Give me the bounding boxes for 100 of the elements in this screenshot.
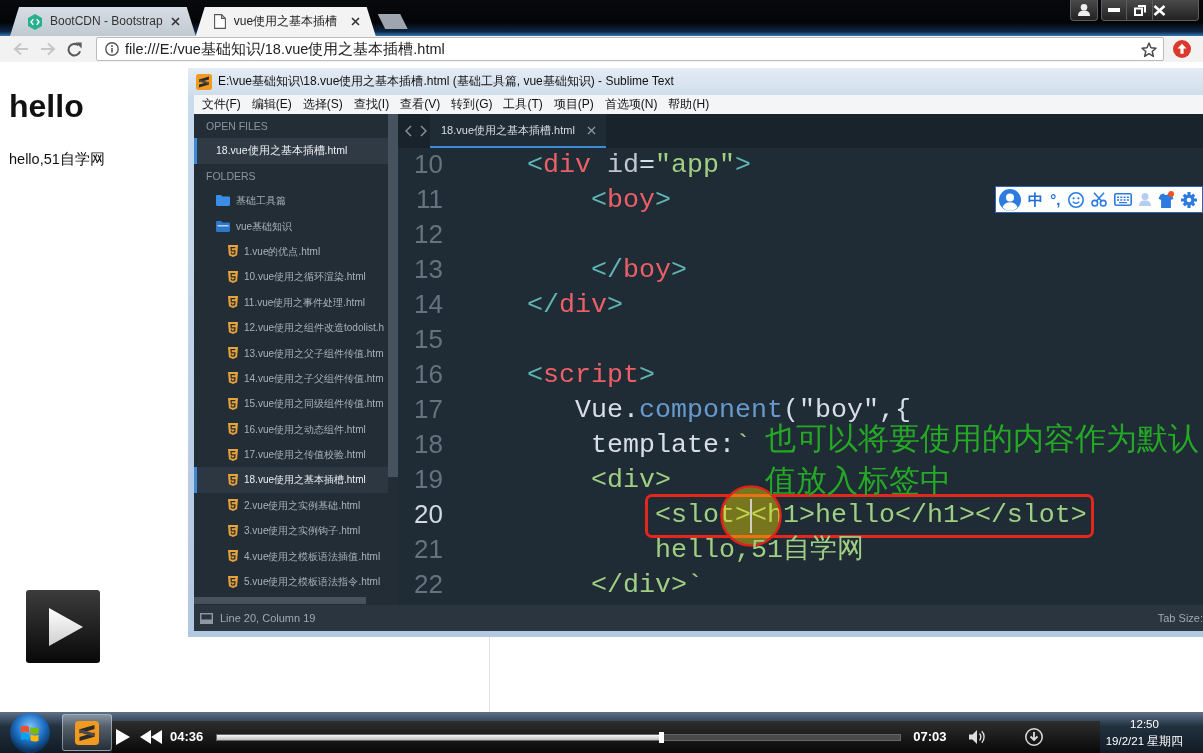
folder-item[interactable]: 基础工具篇 <box>194 188 388 214</box>
code-line: <div id="app"> <box>527 149 751 182</box>
reload-icon[interactable] <box>67 41 82 57</box>
person-icon <box>1078 4 1090 16</box>
profile-button[interactable] <box>1070 0 1098 21</box>
tab-size[interactable]: Tab Size: <box>1157 610 1203 626</box>
cursor-position: Line 20, Column 19 <box>220 610 316 626</box>
html-file-icon <box>228 550 238 563</box>
html-file-icon <box>228 575 238 588</box>
shirt-icon[interactable] <box>1157 191 1174 208</box>
folder-item[interactable]: vue基础知识 <box>194 213 388 239</box>
menu-item[interactable]: 项目(P) <box>548 96 600 113</box>
minimize-icon <box>1108 8 1120 12</box>
menu-item[interactable]: 首选项(N) <box>599 96 663 113</box>
file-item[interactable]: 17.vue使用之传值校验.html <box>194 441 388 468</box>
page-heading: hello <box>9 87 84 125</box>
file-item[interactable]: 1.vue的优点.html <box>194 238 388 265</box>
menu-item[interactable]: 查看(V) <box>394 96 446 113</box>
play-button[interactable] <box>26 590 100 663</box>
line-number: 18 <box>414 429 443 459</box>
html-file-icon <box>228 372 238 385</box>
line-number: 12 <box>414 219 443 249</box>
progress-thumb[interactable] <box>659 731 665 743</box>
html-file-icon <box>228 321 238 334</box>
punctuation-toggle[interactable]: °, <box>1050 192 1061 207</box>
code-line: <boy> <box>590 184 671 217</box>
scrollbar-thumb[interactable] <box>194 597 366 604</box>
minimize-button[interactable] <box>1101 0 1127 21</box>
keyboard-icon[interactable] <box>1113 193 1132 206</box>
app-logo-icon <box>75 720 99 745</box>
html-file-icon <box>228 347 238 360</box>
file-item[interactable]: 12.vue使用之组件改造todolist.h <box>194 314 388 341</box>
file-item[interactable]: 13.vue使用之父子组件传值.htm <box>194 340 388 366</box>
start-orb-icon[interactable] <box>10 712 50 753</box>
input-mode-toggle[interactable]: 中 <box>1028 192 1044 207</box>
file-item[interactable]: 16.vue使用之动态组件.html <box>194 416 388 442</box>
code-line: <script> <box>527 359 655 392</box>
close-button[interactable] <box>1153 0 1199 21</box>
download-icon[interactable] <box>1024 728 1043 746</box>
open-file-item[interactable]: 18.vue使用之基本插槽.html <box>194 138 388 164</box>
restore-button[interactable] <box>1127 0 1153 21</box>
code-line: </div>` <box>590 569 703 602</box>
menu-item[interactable]: 转到(G) <box>445 96 498 113</box>
browser-tab[interactable]: vue使用之基本插槽 <box>195 7 376 36</box>
html-file-icon <box>228 296 238 309</box>
settings-icon[interactable] <box>1181 191 1197 208</box>
file-item[interactable]: 18.vue使用之基本插槽.html <box>194 467 388 493</box>
close-icon[interactable] <box>350 17 360 26</box>
line-number: 11 <box>416 184 443 214</box>
avatar-icon[interactable] <box>999 188 1022 211</box>
html-file-icon <box>228 397 238 410</box>
menu-item[interactable]: 文件(F) <box>196 96 247 113</box>
total-duration: 07:03 <box>913 728 947 746</box>
progress-track[interactable] <box>216 733 902 741</box>
smiley-icon[interactable] <box>1067 191 1084 208</box>
close-icon[interactable] <box>170 17 180 26</box>
address-bar[interactable]: file:///E:/vue基础知识/18.vue使用之基本插槽.html <box>96 37 1164 61</box>
menu-item[interactable]: 查找(I) <box>348 96 395 113</box>
file-item[interactable]: 2.vue使用之实例基础.html <box>194 492 388 519</box>
line-number: 16 <box>414 359 443 389</box>
file-item[interactable]: 11.vue使用之事件处理.html <box>194 289 388 315</box>
scrollbar-thumb[interactable] <box>388 114 398 477</box>
file-item[interactable]: 5.vue使用之模板语法指令.html <box>194 568 388 595</box>
menu-item[interactable]: 工具(T) <box>498 96 549 113</box>
play-icon[interactable] <box>116 729 130 745</box>
new-tab-button[interactable] <box>377 14 408 29</box>
clock-time: 12:50 <box>1130 717 1159 733</box>
chevron-left-icon[interactable] <box>405 125 412 137</box>
file-item[interactable]: 3.vue使用之实例钩子.html <box>194 518 388 544</box>
close-icon[interactable] <box>586 125 596 135</box>
menu-item[interactable]: 编辑(E) <box>246 96 298 113</box>
chevron-right-icon[interactable] <box>420 125 427 137</box>
panel-icon[interactable] <box>200 612 213 624</box>
file-item[interactable]: 4.vue使用之模板语法插值.html <box>194 543 388 569</box>
app-logo-icon <box>196 73 212 90</box>
menu-item[interactable]: 选择(S) <box>297 96 349 113</box>
extension-icon[interactable] <box>1173 40 1191 58</box>
rewind-icon[interactable] <box>140 730 162 744</box>
info-icon[interactable] <box>105 42 119 56</box>
window-title: E:\vue基础知识\18.vue使用之基本插槽.html (基础工具篇, vue基础知识) - Sublime Text <box>218 73 674 90</box>
editor-tab[interactable]: 18.vue使用之基本插槽.html <box>430 114 606 148</box>
star-icon[interactable] <box>1141 41 1157 57</box>
line-number: 20 <box>414 499 443 529</box>
line-number: 21 <box>414 534 443 564</box>
html-file-icon <box>228 423 238 436</box>
scissors-icon[interactable] <box>1090 192 1107 207</box>
file-item[interactable]: 15.vue使用之同级组件传值.htm <box>194 391 388 417</box>
html-file-icon <box>228 499 238 512</box>
taskbar-app-button[interactable] <box>62 714 112 751</box>
browser-tab[interactable]: BootCDN - Bootstrap <box>10 7 196 36</box>
clock-date: 19/2/21 星期四 <box>1105 733 1184 749</box>
file-item[interactable]: 10.vue使用之循环渲染.html <box>194 264 388 290</box>
file-item[interactable]: 14.vue使用之子父组件传值.htm <box>194 365 388 392</box>
volume-icon[interactable] <box>968 730 985 744</box>
play-icon <box>49 607 83 646</box>
section-heading: FOLDERS <box>205 169 256 184</box>
menu-item[interactable]: 帮助(H) <box>663 96 715 113</box>
line-number: 10 <box>414 149 443 179</box>
line-number: 22 <box>414 569 443 599</box>
line-number: 17 <box>414 394 443 424</box>
